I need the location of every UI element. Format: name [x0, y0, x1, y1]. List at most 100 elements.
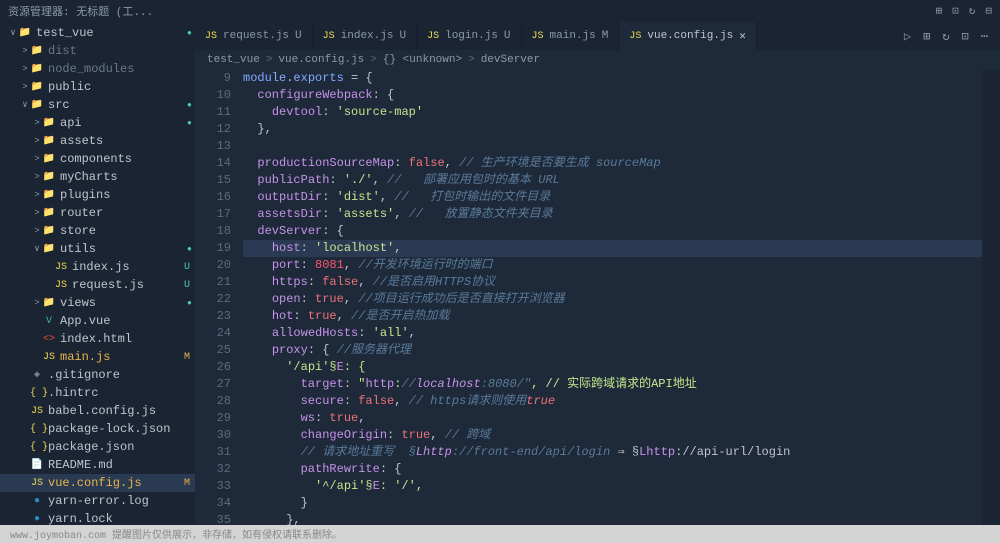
tree-item-babel-config-js[interactable]: JSbabel.config.js	[0, 402, 195, 420]
code-line[interactable]: changeOrigin: true, // 跨域	[243, 427, 1000, 444]
chevron-icon[interactable]: >	[32, 136, 42, 146]
code-line[interactable]: '/api'§E: {	[243, 359, 1000, 376]
tree-item-components[interactable]: >📁components	[0, 150, 195, 168]
tab-action-icon[interactable]: ↻	[942, 29, 949, 44]
tree-item-vue-config-js[interactable]: JSvue.config.jsM	[0, 474, 195, 492]
tree-item-plugins[interactable]: >📁plugins	[0, 186, 195, 204]
tree-item-test_vue[interactable]: ∨📁test_vue●	[0, 24, 195, 42]
code-line[interactable]: open: true, //项目运行成功后是否直接打开浏览器	[243, 291, 1000, 308]
code-line[interactable]: https: false, //是否启用HTTPS协议	[243, 274, 1000, 291]
chevron-icon[interactable]: >	[20, 64, 30, 74]
tree-item-index-html[interactable]: <>index.html	[0, 330, 195, 348]
chevron-icon[interactable]: >	[32, 208, 42, 218]
tab-main-js[interactable]: JSmain.jsM	[522, 22, 620, 50]
tab-action-icon[interactable]: ▷	[904, 29, 911, 44]
chevron-icon[interactable]: >	[32, 172, 42, 182]
tab-index-js[interactable]: JSindex.jsU	[313, 22, 417, 50]
chevron-icon[interactable]: >	[32, 298, 42, 308]
code-line[interactable]: proxy: { //服务器代理	[243, 342, 1000, 359]
tab-request-js[interactable]: JSrequest.jsU	[195, 22, 313, 50]
chevron-icon[interactable]: >	[32, 226, 42, 236]
tree-item-index-js[interactable]: JSindex.jsU	[0, 258, 195, 276]
code-line[interactable]: outputDir: 'dist', // 打包时输出的文件目录	[243, 189, 1000, 206]
chevron-icon[interactable]: >	[32, 190, 42, 200]
tab-action-icon[interactable]: ⊡	[962, 29, 969, 44]
code-line[interactable]: publicPath: './', // 部署应用包时的基本 URL	[243, 172, 1000, 189]
line-number: 13	[195, 138, 231, 155]
json-icon: { }	[30, 388, 44, 399]
collapse-icon[interactable]: ⊟	[985, 4, 992, 18]
tree-item-public[interactable]: >📁public	[0, 78, 195, 96]
file-name: dist	[48, 44, 195, 58]
code-line[interactable]: target: "http://localhost:8080/", // 实际跨…	[243, 376, 1000, 393]
code-line[interactable]: '^/api'§E: '/',	[243, 478, 1000, 495]
chevron-icon[interactable]: ∨	[20, 100, 30, 110]
minimap[interactable]	[982, 70, 1000, 525]
code-line[interactable]: // 请求地址重写 §Lhttp://front-end/api/login ⇒…	[243, 444, 1000, 461]
code-line[interactable]: module.exports = {	[243, 70, 1000, 87]
breadcrumb-item[interactable]: vue.config.js	[278, 54, 364, 66]
folder-icon: 📁	[42, 207, 56, 219]
code-line[interactable]: assetsDir: 'assets', // 放置静态文件夹目录	[243, 206, 1000, 223]
code-line[interactable]: host: 'localhost',	[243, 240, 1000, 257]
tree-item-router[interactable]: >📁router	[0, 204, 195, 222]
breadcrumb-item[interactable]: test_vue	[207, 54, 260, 66]
code-line[interactable]: configureWebpack: {	[243, 87, 1000, 104]
code-line[interactable]: allowedHosts: 'all',	[243, 325, 1000, 342]
tree-item-dist[interactable]: >📁dist	[0, 42, 195, 60]
tree-item-yarn-lock[interactable]: ●yarn.lock	[0, 510, 195, 525]
breadcrumb-separator: >	[266, 54, 273, 66]
tree-item-main-js[interactable]: JSmain.jsM	[0, 348, 195, 366]
tab-action-icon[interactable]: ⊞	[923, 29, 930, 44]
file-name: myCharts	[60, 170, 195, 184]
tab-login-js[interactable]: JSlogin.jsU	[417, 22, 521, 50]
tree-item-request-js[interactable]: JSrequest.jsU	[0, 276, 195, 294]
code-line[interactable]: ws: true,	[243, 410, 1000, 427]
file-name: request.js	[72, 278, 179, 292]
code-line[interactable]: pathRewrite: {	[243, 461, 1000, 478]
code-line[interactable]: port: 8081, //开发环境运行时的端口	[243, 257, 1000, 274]
refresh-icon[interactable]: ↻	[969, 4, 976, 18]
tree-item--hintrc[interactable]: { }.hintrc	[0, 384, 195, 402]
tree-item-package-json[interactable]: { }package.json	[0, 438, 195, 456]
code-line[interactable]: devtool: 'source-map'	[243, 104, 1000, 121]
code-line[interactable]: secure: false, // https请求则使用true	[243, 393, 1000, 410]
tree-item-utils[interactable]: ∨📁utils●	[0, 240, 195, 258]
line-number: 31	[195, 444, 231, 461]
code-line[interactable]: devServer: {	[243, 223, 1000, 240]
code-editor[interactable]: 9101112131415161718192021222324252627282…	[195, 70, 1000, 525]
chevron-icon[interactable]: ∨	[32, 244, 42, 254]
tree-item-App-vue[interactable]: VApp.vue	[0, 312, 195, 330]
tab-vue-config-js[interactable]: JSvue.config.js✕	[619, 22, 756, 50]
new-file-icon[interactable]: ⊞	[936, 4, 943, 18]
breadcrumb[interactable]: test_vue>vue.config.js>{} <unknown>>devS…	[195, 50, 1000, 70]
tree-item-src[interactable]: ∨📁src●	[0, 96, 195, 114]
line-number: 20	[195, 257, 231, 274]
code-line[interactable]: productionSourceMap: false, // 生产环境是否要生成…	[243, 155, 1000, 172]
chevron-icon[interactable]: >	[20, 82, 30, 92]
tree-item-package-lock-json[interactable]: { }package-lock.json	[0, 420, 195, 438]
code-line[interactable]: },	[243, 512, 1000, 525]
chevron-icon[interactable]: >	[32, 154, 42, 164]
tree-item-yarn-error-log[interactable]: ●yarn-error.log	[0, 492, 195, 510]
chevron-icon[interactable]: >	[32, 118, 42, 128]
tree-item--gitignore[interactable]: ◈.gitignore	[0, 366, 195, 384]
tree-item-assets[interactable]: >📁assets	[0, 132, 195, 150]
chevron-icon[interactable]: ∨	[8, 28, 18, 38]
code-line[interactable]: },	[243, 121, 1000, 138]
tree-item-views[interactable]: >📁views●	[0, 294, 195, 312]
code-line[interactable]	[243, 138, 1000, 155]
tree-item-README-md[interactable]: 📄README.md	[0, 456, 195, 474]
tab-action-icon[interactable]: ⋯	[981, 29, 988, 44]
code-line[interactable]: hot: true, //是否开启热加载	[243, 308, 1000, 325]
chevron-icon[interactable]: >	[20, 46, 30, 56]
tree-item-myCharts[interactable]: >📁myCharts	[0, 168, 195, 186]
tree-item-store[interactable]: >📁store	[0, 222, 195, 240]
breadcrumb-item[interactable]: {} <unknown>	[383, 54, 462, 66]
tree-item-api[interactable]: >📁api●	[0, 114, 195, 132]
file-explorer[interactable]: ∨📁test_vue●>📁dist>📁node_modules>📁public∨…	[0, 22, 195, 525]
breadcrumb-item[interactable]: devServer	[481, 54, 540, 66]
code-line[interactable]: }	[243, 495, 1000, 512]
new-folder-icon[interactable]: ⊡	[952, 4, 959, 18]
tree-item-node_modules[interactable]: >📁node_modules	[0, 60, 195, 78]
